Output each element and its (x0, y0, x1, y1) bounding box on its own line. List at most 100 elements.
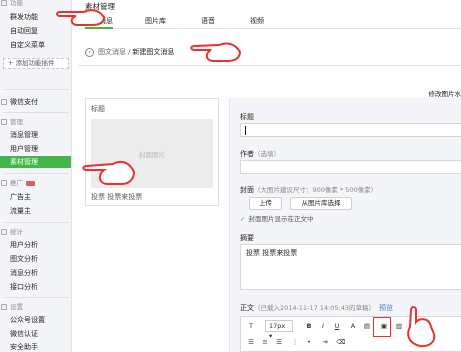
sidebar-group-settings: 设置 (0, 301, 71, 313)
sidebar-group-label: 统计 (10, 228, 23, 236)
add-plugin-label: 添加功能插件 (15, 59, 55, 67)
pointing-hand-annotation (190, 42, 242, 62)
sidebar-item-api-analysis[interactable]: 接口分析 (0, 281, 71, 293)
breadcrumb: ‹ 图文消息 / 新建图文消息 (85, 47, 174, 57)
sidebar-item-label: 流量主 (10, 207, 31, 215)
text-color-icon[interactable]: A (347, 320, 359, 332)
sidebar-item-label: 图文分析 (10, 255, 38, 263)
pointing-hand-annotation (82, 160, 136, 185)
cover-in-body-label: 封面图片显示在正文中 (248, 215, 314, 223)
sidebar-group-label: 推广 (10, 179, 23, 187)
stats-group-icon (1, 229, 7, 235)
sidebar-item-advertiser[interactable]: 广告主 (0, 191, 71, 203)
sidebar-divider (3, 89, 69, 90)
promote-group-icon (1, 180, 7, 186)
sidebar-item-materials[interactable]: 素材管理 (0, 156, 71, 168)
sidebar-divider (3, 112, 69, 113)
pointing-hand-annotation (56, 9, 106, 26)
font-size-select[interactable]: 17px ▾ (265, 320, 293, 340)
align-right-icon[interactable]: ☰ (273, 336, 285, 348)
sidebar-item-label: 自动回复 (10, 27, 38, 35)
sidebar-item-users[interactable]: 用户管理 (0, 143, 71, 155)
sidebar-item-user-analysis[interactable]: 用户分析 (0, 239, 71, 251)
sidebar-item-label: 消息分析 (10, 269, 38, 277)
tab-video[interactable]: 视频 (250, 15, 264, 29)
sidebar-group-manage: 管理 (0, 116, 71, 128)
checkmark-icon: ✓ (240, 215, 246, 223)
sidebar-item-message-analysis[interactable]: 消息分析 (0, 267, 71, 279)
tab-voice[interactable]: 语音 (201, 15, 215, 29)
clear-format-icon[interactable]: ⌫ (335, 336, 347, 348)
tab-bar: 图文消息 图片库 语音 视频 (78, 15, 461, 29)
font-size-value: 17px (269, 322, 286, 330)
sidebar-group-label: 设置 (10, 303, 23, 311)
sidebar-item-label: 自定义菜单 (10, 41, 45, 49)
sidebar-item-label: 群发功能 (10, 13, 38, 21)
sidebar-group-promote: 推广 (0, 177, 71, 189)
function-group-icon (1, 0, 7, 6)
highlight-box (373, 317, 391, 337)
sidebar-item-label: 接口分析 (10, 283, 38, 291)
add-plugin-button[interactable]: + 添加功能插件 (3, 58, 69, 69)
body-label-text: 正文 (240, 304, 254, 312)
new-badge (26, 180, 35, 186)
summary-label: 摘要 (240, 234, 254, 242)
select-from-library-button[interactable]: 从图片库选择 (290, 197, 352, 210)
summary-textarea[interactable]: 投票 投票来投票 (240, 244, 461, 290)
app-window: 功能 群发功能 自动回复 自定义菜单 + 添加功能插件 微信支付 管理 消息管理… (0, 0, 461, 352)
sidebar-group-stats: 统计 (0, 226, 71, 238)
sidebar-item-publisher[interactable]: 流量主 (0, 205, 71, 217)
author-input[interactable] (240, 160, 461, 174)
edit-watermark-link[interactable]: 修改图片水 (429, 88, 461, 98)
cover-in-body-checkbox[interactable]: ✓ 封面图片显示在正文中 (240, 213, 313, 223)
text-format-icon[interactable]: T (245, 320, 257, 332)
cover-label-text: 封面 (240, 186, 254, 194)
indent-icon[interactable]: ⇥ (319, 336, 331, 348)
sidebar-item-label: 微信认证 (10, 330, 38, 338)
sidebar-item-account-settings[interactable]: 公众号设置 (0, 314, 71, 326)
underline-icon[interactable]: U (331, 320, 343, 332)
sidebar-item-verification[interactable]: 微信认证 (0, 328, 71, 340)
cover-label: 封面（大图片建议尺寸：900像素 * 500像素） (240, 184, 377, 195)
back-icon[interactable]: ‹ (85, 47, 94, 57)
sidebar-item-security[interactable]: 安全助手 (0, 341, 71, 352)
bold-icon[interactable]: B (303, 320, 315, 332)
ordered-list-icon[interactable]: ⋮ (289, 336, 301, 348)
tab-images[interactable]: 图片库 (145, 15, 166, 29)
draft-loaded-hint: （已载入2014-11-17 14:05:43的草稿） (254, 304, 376, 312)
preview-title: 标题 (91, 105, 105, 113)
sidebar-item-label: 用户分析 (10, 241, 38, 249)
breadcrumb-current: 新建图文消息 (132, 48, 175, 56)
breadcrumb-parent[interactable]: 图文消息 (98, 48, 126, 56)
sidebar-item-custom-menu[interactable]: 自定义菜单 (0, 39, 71, 51)
author-label-text: 作者 (240, 150, 254, 158)
background-color-icon[interactable]: ▤ (361, 320, 373, 332)
sidebar-item-label: 用户管理 (10, 145, 38, 153)
preview-link[interactable]: 预览 (379, 304, 393, 312)
italic-icon[interactable]: I (317, 320, 329, 332)
article-preview-card[interactable]: 标题 封面图片 投票 投票来投票 (85, 98, 219, 206)
align-left-icon[interactable]: ☰ (245, 336, 257, 348)
align-center-icon[interactable]: ≡ (259, 336, 271, 348)
sidebar-item-label: 微信支付 (10, 98, 38, 106)
upload-button[interactable]: 上传 (249, 197, 282, 210)
sidebar-item-label: 消息管理 (10, 131, 38, 139)
settings-group-icon (1, 304, 7, 310)
title-input[interactable] (240, 123, 461, 137)
sidebar-group-label: 管理 (10, 118, 23, 126)
pointing-hand-annotation (407, 306, 436, 348)
sidebar-divider (3, 173, 69, 174)
breadcrumb-separator: / (128, 48, 131, 56)
sidebar-item-article-analysis[interactable]: 图文分析 (0, 253, 71, 265)
sidebar-item-messages[interactable]: 消息管理 (0, 129, 71, 141)
sidebar-divider (3, 222, 69, 223)
author-label: 作者（选填） (240, 148, 280, 159)
unordered-list-icon[interactable]: • (303, 336, 315, 348)
sidebar-item-wxpay[interactable]: 微信支付 (0, 96, 71, 108)
sidebar-divider (3, 297, 69, 298)
preview-summary: 投票 投票来投票 (91, 193, 143, 201)
divider (78, 65, 461, 66)
body-label: 正文（已载入2014-11-17 14:05:43的草稿） 预览 (240, 302, 393, 313)
sidebar-item-label: 素材管理 (10, 158, 38, 166)
manage-group-icon (1, 119, 7, 125)
